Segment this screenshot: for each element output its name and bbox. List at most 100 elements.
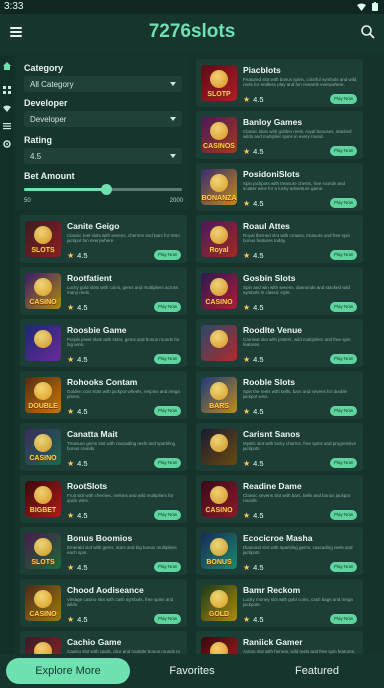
rating-label: Rating (24, 135, 52, 145)
slot-emblem-icon (210, 486, 228, 504)
chevron-down-icon (170, 117, 176, 121)
game-card[interactable]: DOUBLE Rohooks Contam Golden coin slots … (20, 371, 187, 419)
game-card[interactable]: BONUS Ecocicroe Masha Diamond slot with … (196, 527, 363, 575)
list-icon[interactable] (3, 122, 11, 130)
status-icons (357, 2, 378, 11)
top-app-bar: 7276slots (0, 14, 384, 52)
game-description: Diamond slot with sparkling gems, cascad… (243, 545, 353, 555)
game-title: Canatta Mait (67, 429, 118, 439)
bet-amount-slider[interactable] (24, 184, 182, 195)
game-title: Raniick Gamer (243, 637, 303, 647)
play-now-button[interactable]: Play Now (330, 198, 357, 208)
game-description: Spin and win with sevens, diamonds and s… (243, 285, 351, 295)
play-now-button[interactable]: Play Now (330, 510, 357, 520)
game-card[interactable]: SLOTP Piacblots Featured slot with bonus… (196, 59, 363, 107)
game-card[interactable]: CASINOS Banloy Games Classic slots with … (196, 111, 363, 159)
game-card[interactable]: Carisnt Sanos Mystic slot with lucky cha… (196, 423, 363, 471)
gear-icon[interactable] (3, 140, 11, 148)
game-card[interactable]: SLOTS Canite Geigo Classic reel slots wi… (20, 215, 187, 263)
play-now-button[interactable]: Play Now (154, 302, 181, 312)
category-select[interactable]: All Category (24, 76, 182, 92)
rating-select[interactable]: 4.5 (24, 148, 182, 164)
thumbnail-text: GOLD (208, 611, 230, 618)
game-card[interactable]: CASINO Gosbin Slots Spin and win with se… (196, 267, 363, 315)
game-rating: ★4.5 (243, 95, 264, 104)
game-description: Featured slot with bonus spins, colorful… (243, 77, 357, 87)
search-icon[interactable] (360, 24, 376, 40)
game-card[interactable]: CASINO Canatta Mait Treasure gems slot w… (20, 423, 187, 471)
game-thumbnail: DOUBLE (25, 377, 61, 413)
play-now-button[interactable]: Play Now (330, 146, 357, 156)
game-thumbnail: GOLD (201, 585, 237, 621)
play-now-button[interactable]: Play Now (330, 406, 357, 416)
play-now-button[interactable]: Play Now (154, 354, 181, 364)
developer-label: Developer (24, 98, 68, 108)
thumbnail-text: BIGBET (29, 507, 57, 514)
play-now-button[interactable]: Play Now (330, 302, 357, 312)
play-now-button[interactable]: Play Now (154, 250, 181, 260)
play-now-button[interactable]: Play Now (330, 614, 357, 624)
game-card[interactable]: Royal Roaul Attes Royal themed slot with… (196, 215, 363, 263)
game-card[interactable]: CASINO Chood Aodiseance Vintage casino s… (20, 579, 187, 627)
game-card[interactable]: Roosbie Game Purple jewel slots with sta… (20, 319, 187, 367)
game-thumbnail: CASINO (25, 585, 61, 621)
play-now-button[interactable]: Play Now (330, 94, 357, 104)
thumbnail-text: BONANZA (201, 195, 237, 202)
game-thumbnail (201, 429, 237, 465)
play-now-button[interactable]: Play Now (330, 458, 357, 468)
play-now-button[interactable]: Play Now (330, 562, 357, 572)
play-now-button[interactable]: Play Now (154, 614, 181, 624)
star-icon: ★ (243, 95, 251, 104)
grid-icon[interactable] (3, 86, 11, 94)
game-card[interactable]: CASINO Rootfatient Lucky gold slots with… (20, 267, 187, 315)
game-card[interactable]: BIGBET RootSlots Fruit slot with cherrie… (20, 475, 187, 523)
play-now-button[interactable]: Play Now (154, 562, 181, 572)
star-icon: ★ (243, 563, 251, 572)
game-card[interactable]: GOLD Bamr Reckom Lucky money slot with g… (196, 579, 363, 627)
game-rating: ★4.5 (243, 615, 264, 624)
rating-value: 4.5 (253, 511, 264, 520)
game-rating: ★4.5 (243, 251, 264, 260)
thumbnail-text: DOUBLE (28, 403, 58, 410)
slot-emblem-icon (34, 486, 52, 504)
play-now-button[interactable]: Play Now (154, 406, 181, 416)
rating-value: 4.5 (77, 407, 88, 416)
rating-value: 4.5 (253, 251, 264, 260)
star-icon: ★ (67, 615, 75, 624)
game-title: Readine Dame (243, 481, 302, 491)
slot-emblem-icon (34, 434, 52, 452)
game-rating: ★4.5 (67, 563, 88, 572)
game-title: Gosbin Slots (243, 273, 296, 283)
developer-select[interactable]: Developer (24, 111, 182, 127)
play-now-button[interactable]: Play Now (330, 250, 357, 260)
play-now-button[interactable]: Play Now (154, 510, 181, 520)
slot-emblem-icon (210, 538, 228, 556)
game-description: Classic sevens slot with bars, bells and… (243, 493, 351, 503)
game-card[interactable]: SLOTS Bonus Boomios Emerald slot with ge… (20, 527, 187, 575)
thumbnail-text: CASINOS (203, 143, 235, 150)
wifi-signal-icon[interactable] (3, 104, 11, 112)
thumbnail-text: CASINO (29, 455, 57, 462)
battery-icon (372, 2, 378, 11)
featured-tab[interactable]: Featured (256, 658, 378, 684)
play-now-button[interactable]: Play Now (330, 354, 357, 364)
play-now-button[interactable]: Play Now (154, 458, 181, 468)
favorites-tab[interactable]: Favorites (132, 658, 252, 684)
rating-value: 4.5 (77, 459, 88, 468)
home-icon[interactable] (3, 62, 11, 70)
thumbnail-text: SLOTS (31, 559, 55, 566)
game-description: Classic reel slots with sevens, cherries… (67, 233, 180, 243)
game-card[interactable]: BARS Rooble Slots Spin the reels with be… (196, 371, 363, 419)
explore-more-button[interactable]: Explore More (6, 658, 130, 684)
chevron-down-icon (170, 154, 176, 158)
thumbnail-text: BONUS (206, 559, 232, 566)
thumbnail-text: CASINO (205, 299, 233, 306)
slider-thumb[interactable] (101, 184, 113, 195)
game-card[interactable]: Roodlte Venue Carnival slot with jesters… (196, 319, 363, 367)
game-title: Bonus Boomios (67, 533, 133, 543)
slot-emblem-icon (210, 174, 228, 192)
game-description: Lucky money slot with gold coins, cash b… (243, 597, 353, 607)
game-card[interactable]: CASINO Readine Dame Classic sevens slot … (196, 475, 363, 523)
slot-emblem-icon (34, 330, 52, 348)
game-card[interactable]: BONANZA PosidoniSlots Spin jackpots with… (196, 163, 363, 211)
